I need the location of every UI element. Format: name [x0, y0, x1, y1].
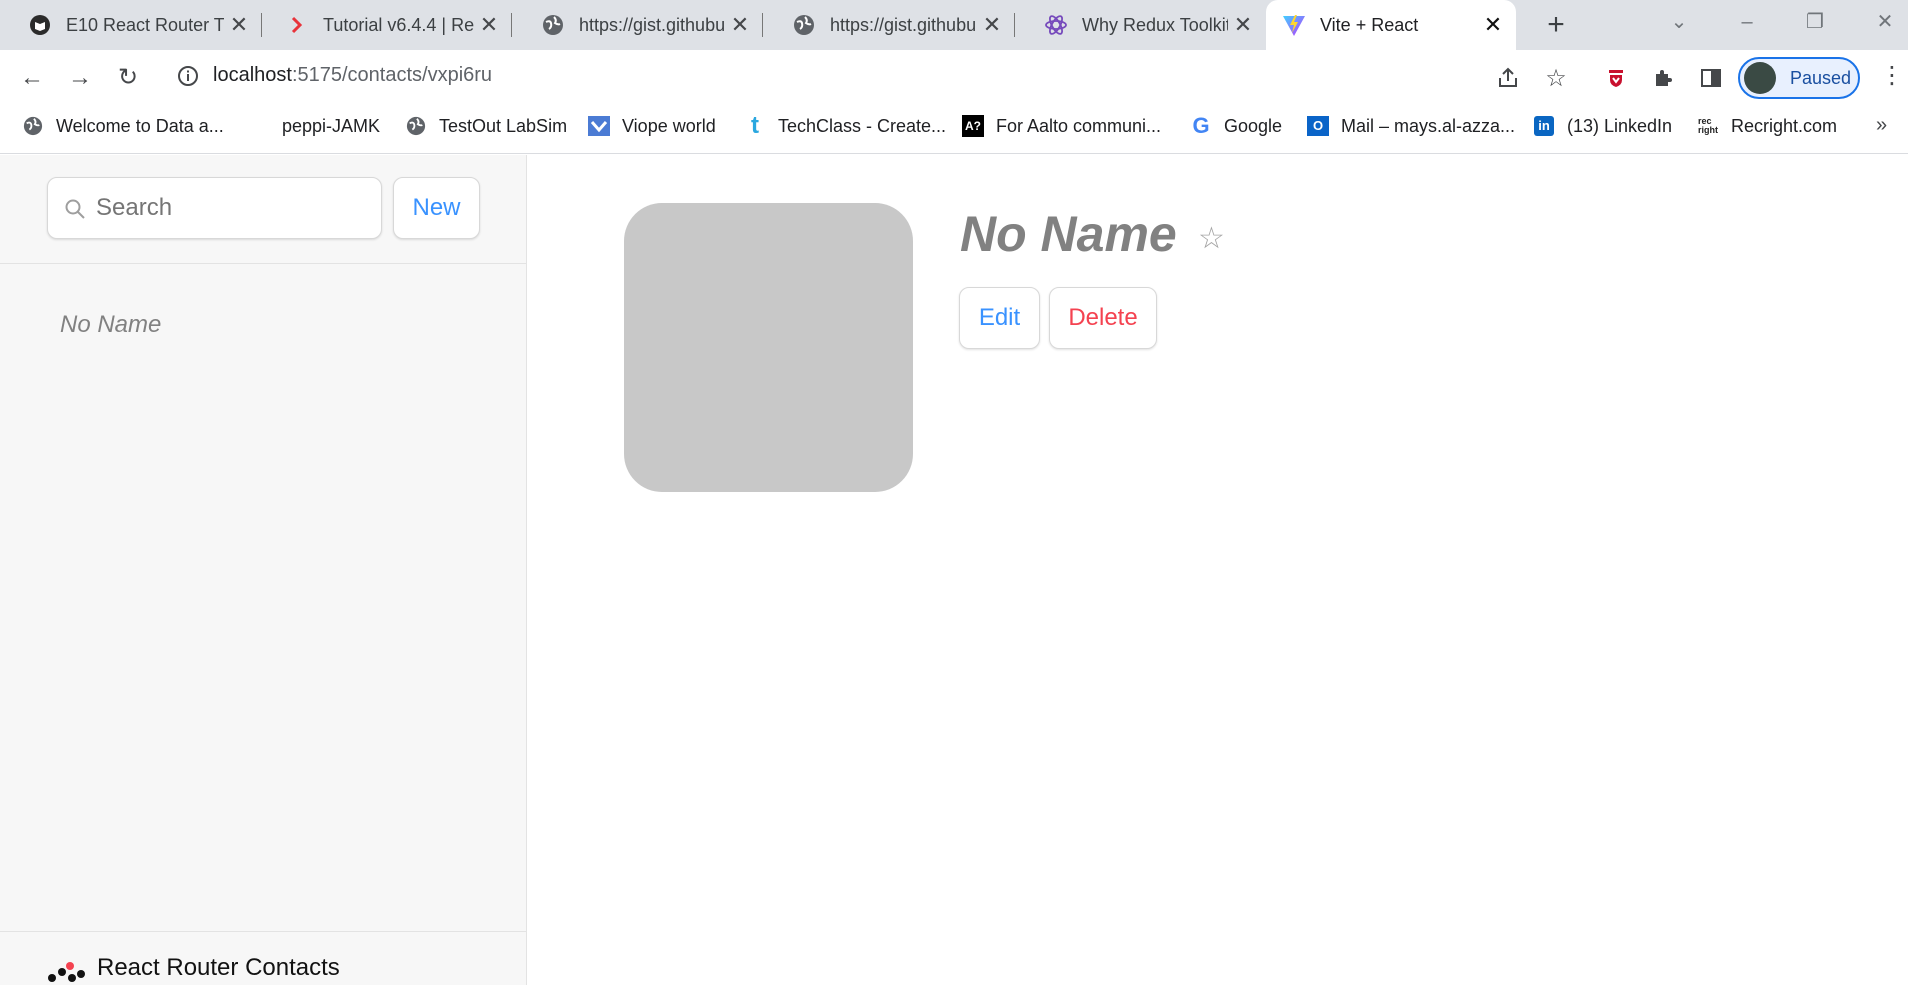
recright-icon: rec right — [1698, 116, 1718, 135]
window-close-icon[interactable]: ✕ — [1860, 0, 1908, 44]
bookmark-label: Welcome to Data a... — [56, 115, 224, 136]
techclass-icon: t — [751, 112, 759, 139]
close-icon[interactable]: ✕ — [224, 12, 254, 38]
favorite-star-icon[interactable]: ☆ — [1198, 221, 1225, 256]
extension-shield-icon[interactable] — [1602, 64, 1630, 92]
tab-title: Why Redux Toolkit — [1082, 14, 1228, 35]
extensions-puzzle-icon[interactable] — [1650, 64, 1678, 92]
profile-button[interactable]: Paused — [1738, 57, 1860, 99]
bookmark-label: Mail – mays.al-azza... — [1341, 115, 1516, 136]
bookmark-label: TechClass - Create... — [778, 115, 947, 136]
bookmark-label: peppi-JAMK — [282, 115, 381, 136]
close-icon[interactable]: ✕ — [725, 12, 755, 38]
bookmark-item[interactable]: O Mail – mays.al-azza... — [1307, 106, 1515, 146]
sidebar-footer: React Router Contacts — [0, 931, 527, 985]
linkedin-icon: in — [1533, 115, 1555, 137]
tab-search-icon[interactable]: ⌄ — [1654, 0, 1704, 44]
browser-tab-1[interactable]: E10 React Router Tu ✕ — [0, 0, 262, 50]
globe-icon — [22, 115, 44, 137]
bookmark-label: Viope world — [622, 115, 716, 136]
tab-strip: E10 React Router Tu ✕ Tutorial v6.4.4 | … — [0, 0, 1908, 50]
sidebar-search-bar: New — [0, 155, 527, 264]
google-icon: G — [1192, 113, 1210, 138]
edit-button[interactable]: Edit — [959, 287, 1040, 349]
bookmark-star-icon[interactable]: ☆ — [1542, 64, 1570, 92]
bookmark-item[interactable]: A? For Aalto communi... — [962, 106, 1161, 146]
bookmark-item[interactable]: t TechClass - Create... — [744, 106, 946, 146]
delete-button[interactable]: Delete — [1049, 287, 1157, 349]
tab-title: https://gist.githubu — [579, 14, 725, 35]
globe-icon — [541, 13, 565, 37]
outlook-icon: O — [1307, 115, 1329, 137]
contact-avatar-placeholder — [624, 203, 913, 492]
side-panel-icon[interactable] — [1697, 64, 1725, 92]
bookmark-item[interactable]: Welcome to Data a... — [22, 106, 224, 146]
bookmark-item[interactable]: G Google — [1190, 106, 1282, 146]
profile-status: Paused — [1790, 67, 1852, 88]
reload-icon[interactable]: ↻ — [112, 62, 144, 94]
aalto-icon: A? — [962, 115, 984, 137]
search-field[interactable] — [47, 177, 382, 239]
bookmark-label: Recright.com — [1731, 115, 1838, 136]
app-title: React Router Contacts — [97, 954, 340, 981]
sidebar-contact-item[interactable]: No Name — [60, 311, 161, 339]
tab-title: https://gist.githubu — [830, 14, 977, 35]
browser-tab-5[interactable]: Why Redux Toolkit ✕ — [1016, 0, 1266, 50]
browser-tab-3[interactable]: https://gist.githubu ✕ — [513, 0, 763, 50]
bookmark-label: TestOut LabSim — [439, 115, 568, 136]
bookmark-label: (13) LinkedIn — [1567, 115, 1673, 136]
browser-tab-6[interactable]: Vite + React ✕ — [1266, 0, 1516, 50]
new-contact-button[interactable]: New — [393, 177, 480, 239]
tab-separator — [261, 13, 262, 37]
vite-icon — [1282, 13, 1306, 37]
tab-separator — [1014, 13, 1015, 37]
bookmark-item[interactable]: peppi-JAMK — [282, 106, 380, 146]
close-icon[interactable]: ✕ — [977, 12, 1007, 38]
forward-icon[interactable]: → — [64, 62, 96, 94]
globe-icon — [405, 115, 427, 137]
url-field[interactable]: localhost:5175/contacts/vxpi6ru — [213, 64, 492, 87]
url-path: :5175/contacts/vxpi6ru — [291, 64, 493, 86]
close-icon[interactable]: ✕ — [1478, 12, 1508, 38]
restore-icon[interactable]: ❐ — [1790, 0, 1840, 44]
share-icon[interactable] — [1494, 64, 1522, 92]
bookmark-item[interactable]: TestOut LabSim — [405, 106, 567, 146]
close-icon[interactable]: ✕ — [1228, 12, 1258, 38]
site-info-icon[interactable] — [176, 64, 200, 93]
browser-tab-4[interactable]: https://gist.githubu ✕ — [764, 0, 1015, 50]
tab-separator — [762, 13, 763, 37]
tab-title: E10 React Router Tu — [66, 14, 224, 35]
sidebar: New No Name React Router Contacts — [0, 155, 527, 985]
new-tab-button[interactable]: + — [1536, 6, 1576, 46]
contact-detail: No Name ☆ Edit Delete — [528, 155, 1908, 985]
globe-icon — [792, 13, 816, 37]
search-input[interactable] — [96, 178, 366, 238]
browser-tab-2[interactable]: Tutorial v6.4.4 | Rea ✕ — [263, 0, 512, 50]
back-icon[interactable]: ← — [16, 62, 48, 94]
bookmark-item[interactable]: in (13) LinkedIn — [1533, 106, 1672, 146]
avatar — [1744, 62, 1776, 94]
bookmark-item[interactable]: Viope world — [588, 106, 716, 146]
tab-title: Tutorial v6.4.4 | Rea — [323, 14, 474, 35]
bookmark-item[interactable]: rec right Recright.com — [1697, 106, 1837, 146]
minimize-icon[interactable]: – — [1722, 0, 1772, 44]
search-icon — [64, 198, 86, 225]
tab-title: Vite + React — [1320, 14, 1419, 35]
tab-separator — [511, 13, 512, 37]
bookmarks-overflow-button[interactable]: » — [1876, 114, 1887, 137]
url-host: localhost — [213, 64, 292, 86]
book-icon — [28, 13, 52, 37]
redux-icon — [1044, 13, 1068, 37]
contact-name: No Name — [960, 206, 1177, 262]
bookmark-label: For Aalto communi... — [996, 115, 1162, 136]
browser-menu-icon[interactable]: ⋮ — [1880, 62, 1904, 90]
bookmarks-bar: Welcome to Data a... peppi-JAMK TestOut … — [0, 106, 1908, 154]
close-icon[interactable]: ✕ — [474, 12, 504, 38]
react-router-icon — [285, 13, 309, 37]
viope-icon — [588, 115, 610, 137]
bookmark-label: Google — [1224, 115, 1283, 136]
